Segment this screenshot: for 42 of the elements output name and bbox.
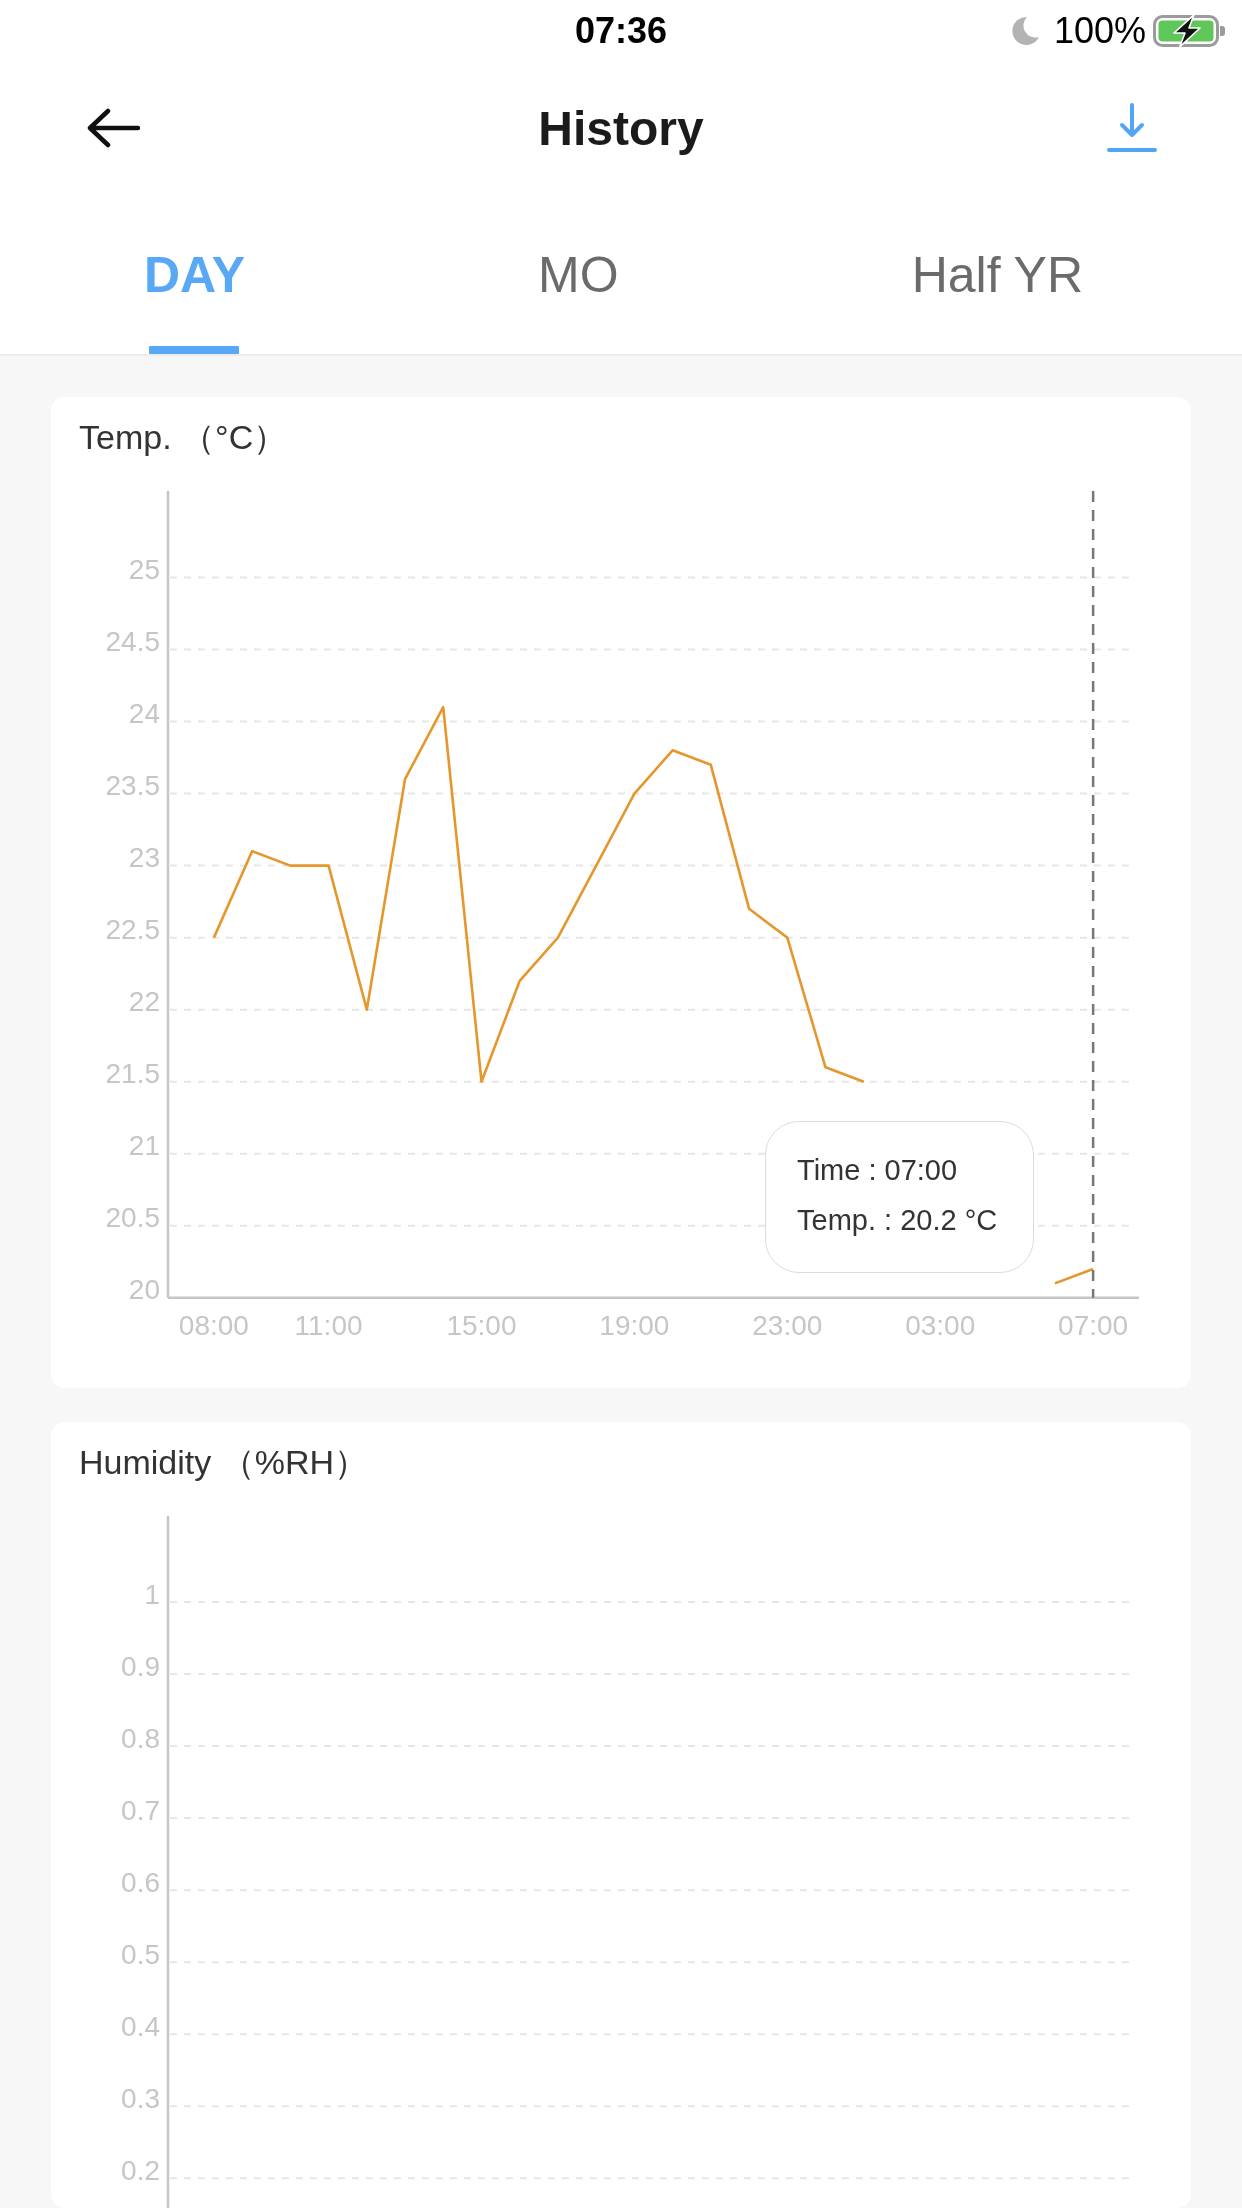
y-axis-label: 21.5 (105, 1058, 160, 1090)
y-axis-label: 0.2 (121, 2154, 160, 2186)
chart-title: Humidity （%RH） (78, 1442, 369, 1480)
x-axis-label: 07:00 (1058, 1310, 1129, 1342)
y-axis-label: 23.5 (105, 770, 160, 802)
download-button[interactable] (1106, 103, 1158, 153)
x-axis-label: 08:00 (178, 1310, 249, 1342)
x-axis-label: 15:00 (446, 1310, 517, 1342)
tab[interactable]: MO (538, 244, 619, 354)
battery-percentage: 100% (1053, 10, 1146, 52)
y-axis-label: 0.5 (121, 1938, 160, 1970)
y-axis-label: 0.6 (121, 1866, 160, 1898)
y-axis-label: 24 (128, 698, 160, 730)
status-time: 07:36 (574, 10, 668, 52)
x-axis-label: 23:00 (752, 1310, 823, 1342)
download-icon (1106, 103, 1158, 153)
y-axis-label: 22.5 (105, 914, 160, 946)
tooltip-text: Time : 07:00 (797, 1153, 959, 1188)
y-axis-label: 0.7 (121, 1794, 160, 1826)
left-arrow-icon (86, 108, 142, 148)
tooltip-text: Temp. : 20.2 °C (797, 1203, 998, 1238)
tab[interactable]: Half YR (911, 244, 1083, 354)
y-axis-label: 21 (128, 1130, 160, 1162)
y-axis-label: 0.3 (121, 2082, 160, 2114)
y-axis-label: 22 (128, 986, 160, 1018)
y-axis-label: 20 (128, 1274, 160, 1306)
back-button[interactable] (86, 108, 142, 148)
battery-icon (1153, 14, 1226, 48)
y-axis-label: 20.5 (105, 1202, 160, 1234)
x-axis-label: 03:00 (905, 1310, 976, 1342)
y-axis-label: 25 (128, 553, 160, 585)
y-axis-label: 1 (144, 1578, 160, 1610)
x-axis-label: 19:00 (599, 1310, 670, 1342)
chart-title: Temp. （°C） (78, 417, 288, 455)
x-axis-label: 11:00 (294, 1310, 363, 1342)
y-axis-label: 24.5 (105, 626, 160, 657)
y-axis-label: 23 (128, 842, 160, 874)
y-axis-label: 0.8 (121, 1722, 160, 1754)
y-axis-label: 0.9 (121, 1650, 160, 1682)
moon-icon (1009, 16, 1040, 46)
page-title: History (538, 100, 704, 156)
y-axis-label: 0.4 (121, 2010, 160, 2042)
